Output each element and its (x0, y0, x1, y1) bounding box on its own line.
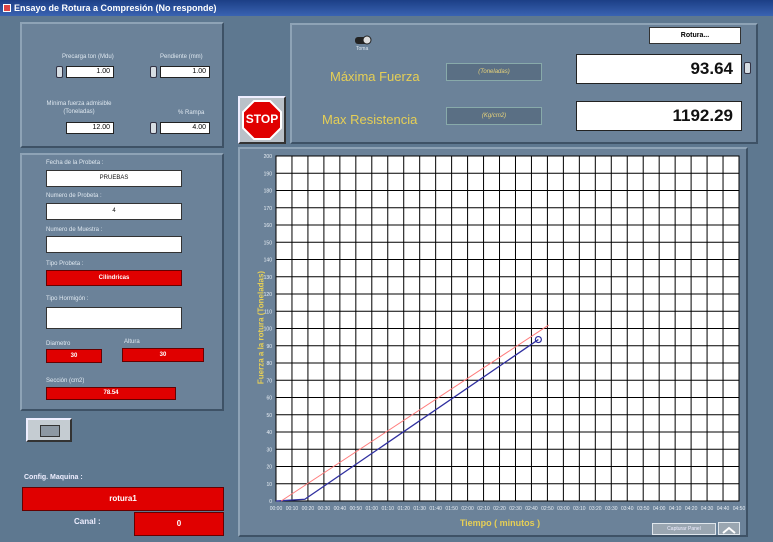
toma-caption: Toma (356, 46, 369, 52)
toma-toggle[interactable] (354, 33, 372, 45)
seccion-value: 78.54 (46, 387, 176, 400)
x-tick-label: 02:00 (461, 506, 474, 512)
window-title: Ensayo de Rotura a Compresión (No respon… (14, 3, 217, 13)
config-label: Config. Maquina : (24, 474, 83, 481)
muestra-input[interactable] (46, 236, 182, 253)
x-tick-label: 02:50 (541, 506, 554, 512)
app-icon (3, 4, 11, 12)
y-tick-label: 0 (269, 499, 272, 505)
seccion-label: Sección (cm2) (46, 378, 85, 384)
minfuerza-input[interactable]: 12.00 (66, 122, 114, 134)
x-tick-label: 01:10 (382, 506, 395, 512)
y-tick-label: 40 (266, 430, 272, 436)
y-tick-label: 20 (266, 465, 272, 471)
y-axis-title: Fuerza a la rotura (Toneladas) (254, 245, 268, 415)
x-axis-label: Tiempo ( minutos ) (459, 518, 541, 528)
max-fuerza-unit: (Toneladas) (446, 63, 542, 81)
x-tick-label: 00:30 (318, 506, 331, 512)
x-tick-label: 03:40 (621, 506, 634, 512)
x-tick-label: 02:20 (493, 506, 506, 512)
capture-button[interactable]: Capturar Panel (652, 523, 716, 535)
force-time-chart: 0102030405060708090100110120130140150160… (264, 154, 746, 512)
rampa-spinner[interactable] (150, 122, 157, 134)
config-select[interactable]: rotura1 (22, 487, 224, 511)
x-tick-label: 00:40 (334, 506, 347, 512)
x-tick-label: 04:50 (733, 506, 746, 512)
max-resistencia-value: 1192.29 (576, 101, 742, 131)
pendiente-spinner[interactable] (150, 66, 157, 78)
x-tick-label: 02:30 (509, 506, 522, 512)
canal-label: Canal : (74, 517, 101, 526)
diametro-value[interactable]: 30 (46, 349, 102, 363)
diametro-label: Diametro (46, 341, 71, 347)
numero-input[interactable]: 4 (46, 203, 182, 220)
x-tick-label: 04:40 (717, 506, 730, 512)
y-tick-label: 200 (264, 154, 273, 160)
tipo-probeta-select[interactable]: Cilíndricas (46, 270, 182, 286)
x-tick-label: 03:20 (589, 506, 602, 512)
stop-label: STOP (245, 112, 279, 126)
x-tick-label: 04:10 (669, 506, 682, 512)
toggle-switch-icon (355, 35, 372, 45)
y-tick-label: 160 (264, 223, 273, 229)
indicator-light (40, 425, 60, 437)
rampa-label: % Rampa (178, 110, 205, 116)
numero-label: Numero de Probeta : (46, 193, 102, 199)
indicator-button[interactable] (26, 418, 72, 442)
y-tick-label: 180 (264, 189, 273, 195)
altura-label: Altura (124, 339, 140, 345)
x-tick-label: 01:50 (445, 506, 458, 512)
minfuerza-label: Mínima fuerza admisible (Toneladas) (46, 101, 112, 115)
y-tick-label: 30 (266, 447, 272, 453)
x-tick-label: 03:00 (557, 506, 570, 512)
tipo-hormigon-label: Tipo Hormigón : (46, 296, 89, 302)
x-tick-label: 01:40 (429, 506, 442, 512)
chevron-up-icon (722, 526, 736, 534)
max-resistencia-label: Max Resistencia (322, 112, 418, 127)
x-tick-label: 03:30 (605, 506, 618, 512)
y-axis-label: Fuerza a la rotura (Toneladas) (256, 270, 266, 385)
x-tick-label: 03:50 (637, 506, 650, 512)
x-tick-label: 00:20 (302, 506, 315, 512)
title-bar: Ensayo de Rotura a Compresión (No respon… (0, 0, 773, 16)
pendiente-label: Pendiente (mm) (160, 54, 203, 60)
collapse-button[interactable] (718, 522, 740, 535)
y-tick-label: 10 (266, 482, 272, 488)
altura-value[interactable]: 30 (122, 348, 204, 362)
x-tick-label: 04:20 (685, 506, 698, 512)
x-tick-label: 02:40 (525, 506, 538, 512)
stop-button[interactable]: STOP (238, 96, 286, 144)
tipo-hormigon-input[interactable] (46, 307, 182, 329)
max-fuerza-value: 93.64 (576, 54, 742, 84)
x-tick-label: 04:00 (653, 506, 666, 512)
x-tick-label: 00:10 (286, 506, 299, 512)
max-fuerza-scroll[interactable] (744, 62, 751, 74)
canal-value[interactable]: 0 (134, 512, 224, 536)
rampa-input[interactable]: 4.00 (160, 122, 210, 134)
y-tick-label: 170 (264, 206, 273, 212)
x-tick-label: 00:50 (350, 506, 363, 512)
fecha-input[interactable]: PRUEBAS (46, 170, 182, 187)
pendiente-input[interactable]: 1.00 (160, 66, 210, 78)
x-tick-label: 00:00 (270, 506, 283, 512)
max-fuerza-label: Máxima Fuerza (330, 69, 420, 84)
precarga-input[interactable]: 1.00 (66, 66, 114, 78)
x-tick-label: 01:30 (413, 506, 426, 512)
x-tick-label: 02:10 (477, 506, 490, 512)
muestra-label: Numero de Muestra : (46, 227, 103, 233)
x-tick-label: 01:00 (366, 506, 379, 512)
x-tick-label: 04:30 (701, 506, 714, 512)
precarga-spinner[interactable] (56, 66, 63, 78)
x-tick-label: 03:10 (573, 506, 586, 512)
fecha-label: Fecha de la Probeta : (46, 160, 104, 166)
precarga-label: Precarga ton (Mdu) (62, 54, 114, 60)
x-tick-label: 01:20 (397, 506, 410, 512)
rotura-button[interactable]: Rotura... (649, 27, 741, 44)
max-resistencia-unit: (Kg/cm2) (446, 107, 542, 125)
tipo-probeta-label: Tipo Probeta : (46, 261, 84, 267)
y-tick-label: 190 (264, 171, 273, 177)
